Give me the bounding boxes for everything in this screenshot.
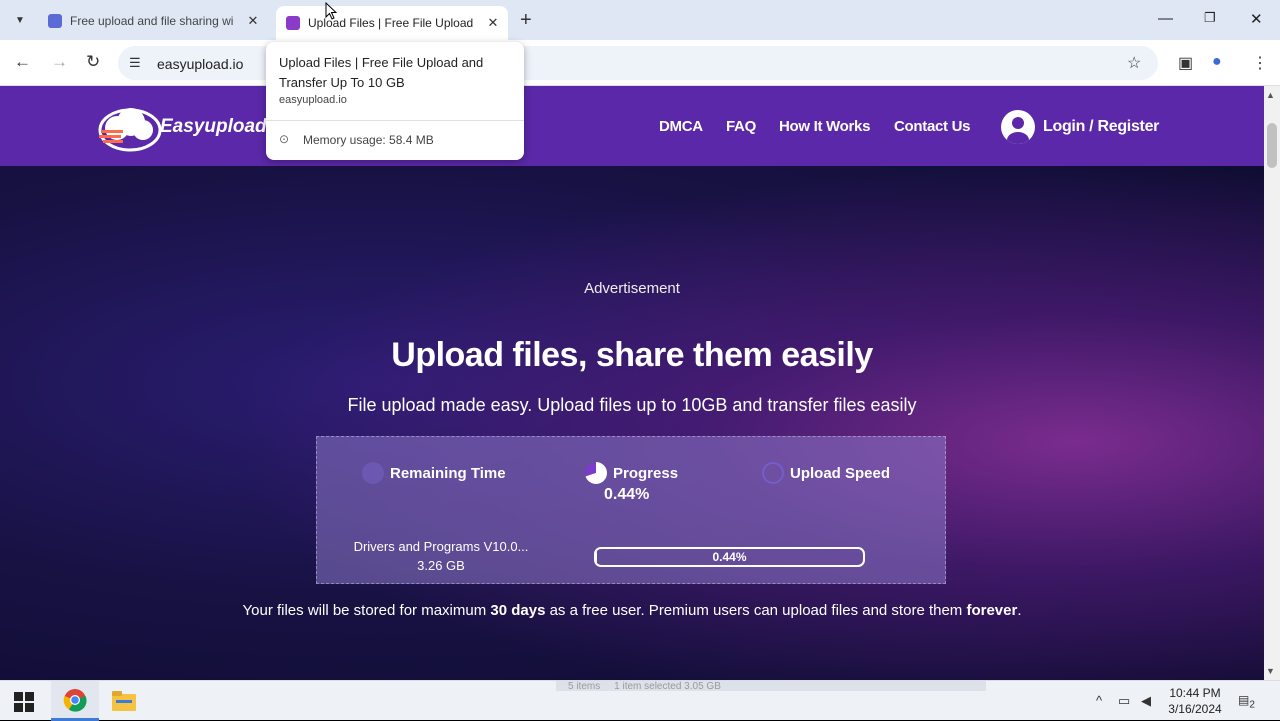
restore-icon[interactable]: ❐ [1204, 10, 1216, 26]
favicon-icon [48, 14, 62, 28]
mouse-cursor-icon [325, 2, 337, 20]
minimize-icon[interactable]: — [1158, 10, 1173, 27]
note-forever: forever [966, 602, 1018, 619]
tab-hover-card: Upload Files | Free File Upload and Tran… [266, 42, 524, 160]
upload-speed-label: Upload Speed [790, 464, 891, 482]
nav-contact-us[interactable]: Contact Us [894, 118, 970, 135]
note-text: . [1017, 602, 1022, 619]
new-tab-icon[interactable]: + [520, 9, 532, 32]
network-icon[interactable]: ▭ [1118, 693, 1130, 709]
show-hidden-icons[interactable]: ^ [1096, 693, 1102, 708]
os-taskbar: 5 items 1 item selected 3.05 GB ^ ▭ ◀ 10… [0, 680, 1280, 721]
note-days: 30 days [490, 602, 546, 619]
menu-icon[interactable]: ⋮ [1252, 53, 1268, 73]
clock-date: 3/16/2024 [1168, 702, 1222, 716]
page-content: Easyupload.io DMCA FAQ How It Works Cont… [0, 86, 1264, 680]
scroll-down-icon[interactable]: ▼ [1266, 666, 1275, 676]
progress-stat: Progress [585, 462, 678, 484]
nav-dmca[interactable]: DMCA [659, 118, 703, 135]
tab-free-upload[interactable]: Free upload and file sharing wi ✕ [40, 6, 268, 36]
tab-title: Free upload and file sharing wi [70, 14, 234, 28]
notification-count: 2 [1249, 699, 1255, 711]
logo-icon[interactable] [95, 100, 165, 154]
ghost-items: 5 items [568, 681, 601, 692]
hover-card-divider [266, 120, 524, 121]
scrollbar-thumb[interactable] [1267, 123, 1277, 168]
page-subheadline: File upload made easy. Upload files up t… [347, 395, 917, 415]
hover-card-title: Upload Files | Free File Upload and Tran… [279, 55, 484, 90]
site-settings-icon[interactable]: ☰ [129, 55, 141, 71]
progress-bar: 0.44% [594, 547, 865, 567]
clock-icon [362, 462, 384, 484]
clock-time: 10:44 PM [1169, 686, 1221, 700]
advertisement-label: Advertisement [584, 280, 680, 297]
note-text: Your files will be stored for maximum [242, 602, 491, 619]
windows-start-icon[interactable] [14, 692, 34, 712]
memory-icon: ⊙ [279, 132, 290, 146]
background-window-status: 5 items 1 item selected 3.05 GB [556, 681, 986, 692]
file-explorer-taskbar-icon[interactable] [100, 681, 148, 721]
reload-icon[interactable]: ↻ [86, 52, 100, 72]
close-tab-icon[interactable]: ✕ [484, 15, 502, 31]
user-avatar-icon[interactable] [1001, 110, 1035, 144]
nav-faq[interactable]: FAQ [726, 118, 756, 135]
sidebar-icon[interactable]: ▣ [1178, 53, 1193, 73]
profile-icon[interactable]: ● [1212, 53, 1222, 71]
nav-login-register[interactable]: Login / Register [1043, 118, 1159, 136]
file-size: 3.26 GB [417, 558, 465, 573]
file-name: Drivers and Programs V10.0... [353, 539, 529, 554]
progress-value: 0.44% [604, 486, 650, 503]
ghost-selected: 1 item selected 3.05 GB [614, 681, 721, 692]
storage-note: Your files will be stored for maximum 30… [0, 602, 1264, 619]
close-tab-icon[interactable]: ✕ [244, 13, 262, 29]
bookmark-star-icon[interactable]: ☆ [1127, 53, 1141, 73]
site-header: Easyupload.io DMCA FAQ How It Works Cont… [0, 86, 1264, 166]
back-icon[interactable]: ← [14, 52, 31, 72]
tab-upload-files[interactable]: Upload Files | Free File Upload ✕ [276, 6, 508, 40]
remaining-time-label: Remaining Time [390, 464, 506, 482]
volume-muted-icon[interactable]: ◀ [1141, 693, 1151, 709]
remaining-time-stat: Remaining Time [362, 462, 506, 484]
progress-bar-label: 0.44% [712, 550, 747, 564]
notification-center-icon[interactable]: ▤2 [1238, 693, 1255, 710]
nav-how-it-works[interactable]: How It Works [779, 118, 870, 135]
page-headline: Upload files, share them easily [391, 336, 873, 374]
tab-search-icon[interactable]: ▼ [8, 8, 32, 32]
hover-card-host: easyupload.io [279, 94, 347, 106]
upload-speed-stat: Upload Speed [762, 462, 890, 484]
tab-strip: ▼ Free upload and file sharing wi ✕ Uplo… [0, 0, 1280, 40]
forward-icon[interactable]: → [51, 52, 68, 72]
progress-label: Progress [613, 464, 679, 482]
speedometer-icon [762, 462, 784, 484]
system-clock[interactable]: 10:44 PM 3/16/2024 [1160, 685, 1230, 717]
page-scrollbar[interactable] [1264, 86, 1280, 680]
close-window-icon[interactable]: ✕ [1250, 10, 1263, 28]
progress-spinner-icon [585, 462, 607, 484]
scroll-up-icon[interactable]: ▲ [1266, 90, 1275, 100]
hover-card-memory: Memory usage: 58.4 MB [303, 133, 434, 147]
chrome-taskbar-icon[interactable] [51, 681, 99, 721]
favicon-icon [286, 16, 300, 30]
url-text[interactable]: easyupload.io [157, 56, 243, 72]
note-text: as a free user. Premium users can upload… [545, 602, 967, 619]
